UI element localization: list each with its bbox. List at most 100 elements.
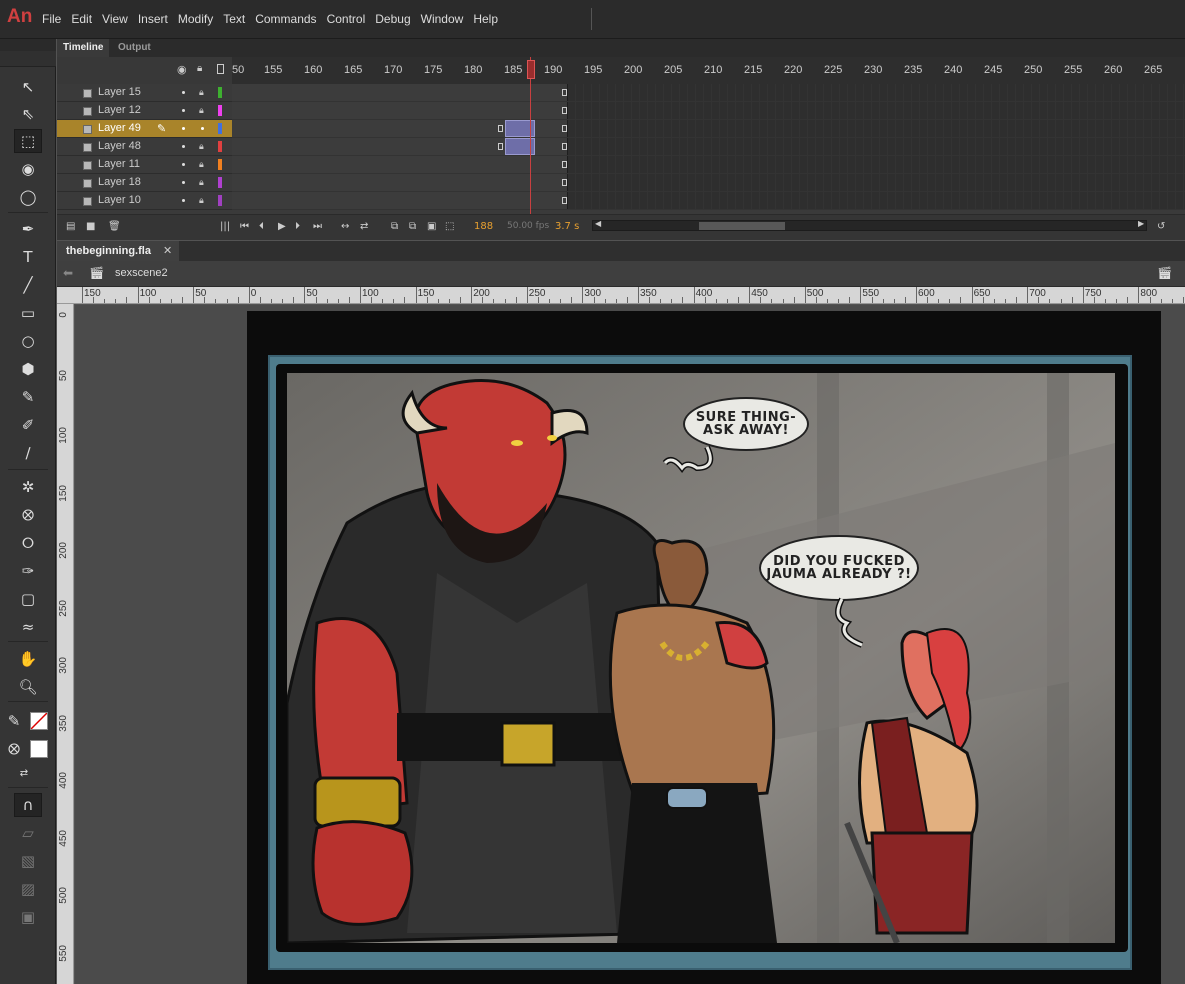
- modify-markers-icon[interactable]: ⬚: [445, 221, 454, 232]
- smooth-icon[interactable]: ▱: [14, 821, 42, 845]
- frame-row[interactable]: [232, 120, 1185, 138]
- frame-row[interactable]: [232, 102, 1185, 120]
- go-first-frame-icon[interactable]: ⏮: [240, 221, 249, 232]
- frame-span[interactable]: [232, 156, 568, 173]
- menu-view[interactable]: View: [102, 12, 128, 26]
- frame-row[interactable]: [232, 138, 1185, 156]
- visible-dot[interactable]: [182, 163, 185, 166]
- layer-color[interactable]: [218, 105, 222, 116]
- lock-icon[interactable]: 🔒︎: [199, 196, 204, 206]
- back-arrow-icon[interactable]: ⬅: [63, 266, 73, 280]
- polystar-tool-icon[interactable]: ⬢: [14, 357, 42, 381]
- menu-edit[interactable]: Edit: [71, 12, 92, 26]
- edit-multiple-frames-icon[interactable]: ▣: [427, 221, 436, 232]
- visible-dot[interactable]: [182, 127, 185, 130]
- fill-color-swatch[interactable]: [30, 740, 48, 758]
- layer-row[interactable]: Layer 10 🔒︎: [57, 192, 232, 210]
- layer-color[interactable]: [218, 87, 222, 98]
- oval-tool-icon[interactable]: ○: [14, 329, 42, 353]
- layer-row[interactable]: Layer 18 🔒︎: [57, 174, 232, 192]
- lock-icon[interactable]: 🔒︎: [199, 142, 204, 152]
- playhead-handle[interactable]: [527, 60, 535, 79]
- menu-control[interactable]: Control: [327, 12, 366, 26]
- bone-tool-icon[interactable]: ✲: [14, 475, 42, 499]
- frame-span[interactable]: [232, 192, 568, 209]
- layer-color[interactable]: [218, 123, 222, 134]
- layer-color[interactable]: [218, 177, 222, 188]
- paint-bucket-tool-icon[interactable]: ⭙: [14, 503, 42, 527]
- frame-row[interactable]: [232, 84, 1185, 102]
- scroll-left-icon[interactable]: ◀: [595, 219, 601, 228]
- frame-row[interactable]: [232, 174, 1185, 192]
- lock-icon[interactable]: 🔒︎: [199, 178, 204, 188]
- outline-icon[interactable]: [217, 64, 224, 74]
- keyframe[interactable]: [562, 161, 567, 168]
- lock-icon[interactable]: 🔒︎: [199, 88, 204, 98]
- pencil-tool-icon[interactable]: ✎: [14, 385, 42, 409]
- tab-output[interactable]: Output: [112, 39, 157, 57]
- keyframe[interactable]: [498, 125, 503, 132]
- elapsed-time[interactable]: 3.7 s: [555, 221, 579, 232]
- eyedropper-tool-icon[interactable]: ✑: [14, 559, 42, 583]
- ink-bottle-tool-icon[interactable]: ⭘: [14, 531, 42, 555]
- text-tool-icon[interactable]: T: [14, 245, 42, 269]
- visible-dot[interactable]: [182, 145, 185, 148]
- frame-rate[interactable]: 50.00 fps: [507, 221, 549, 231]
- lasso-tool-icon[interactable]: ◯: [14, 185, 42, 209]
- scene-name[interactable]: sexscene2: [115, 267, 168, 279]
- menu-window[interactable]: Window: [421, 12, 464, 26]
- frame-span[interactable]: [232, 174, 568, 191]
- eraser-tool-icon[interactable]: ▢: [14, 587, 42, 611]
- menu-help[interactable]: Help: [473, 12, 498, 26]
- keyframe[interactable]: [562, 179, 567, 186]
- frame-row[interactable]: [232, 192, 1185, 210]
- timeline-scrollbar[interactable]: ◀ ▶: [592, 219, 1147, 231]
- line-tool-icon[interactable]: ╱: [14, 273, 42, 297]
- 3d-rotation-tool-icon[interactable]: ◉: [14, 157, 42, 181]
- tab-timeline[interactable]: Timeline: [57, 39, 110, 57]
- keyframe[interactable]: [562, 125, 567, 132]
- keyframe[interactable]: [562, 143, 567, 150]
- layer-row[interactable]: Layer 12 🔒︎: [57, 102, 232, 120]
- visible-dot[interactable]: [182, 199, 185, 202]
- straighten-icon[interactable]: ▧: [14, 849, 42, 873]
- keyframe[interactable]: [498, 143, 503, 150]
- layer-row[interactable]: Layer 48 🔒︎: [57, 138, 232, 156]
- free-transform-tool-icon[interactable]: ⬚: [14, 129, 42, 153]
- frame-span[interactable]: [232, 102, 568, 119]
- rotate-skew-icon[interactable]: ▣: [14, 905, 42, 929]
- step-forward-icon[interactable]: ⏵: [295, 221, 300, 232]
- current-frame[interactable]: 188: [474, 221, 493, 232]
- comic-artwork[interactable]: SURE THING- ASK AWAY! DID YOU FUCKED JAU…: [287, 373, 1115, 943]
- lock-dot[interactable]: [201, 127, 204, 130]
- visible-dot[interactable]: [182, 181, 185, 184]
- scale-icon[interactable]: ▨: [14, 877, 42, 901]
- loop-icon[interactable]: ↔: [341, 221, 349, 232]
- stroke-color-swatch[interactable]: [30, 712, 48, 730]
- resize-handle-icon[interactable]: |||: [220, 221, 230, 232]
- snap-to-objects-icon[interactable]: ∩: [14, 793, 42, 817]
- scroll-right-icon[interactable]: ▶: [1138, 219, 1144, 228]
- layer-row-active[interactable]: Layer 49 ✎: [57, 120, 232, 138]
- center-frame-icon[interactable]: ↺: [1157, 221, 1165, 232]
- go-last-frame-icon[interactable]: ⏭: [313, 221, 322, 232]
- keyframe[interactable]: [562, 89, 567, 96]
- playhead[interactable]: [530, 57, 531, 214]
- layer-color[interactable]: [218, 141, 222, 152]
- play-icon[interactable]: ▶: [278, 221, 286, 232]
- rectangle-tool-icon[interactable]: ▭: [14, 301, 42, 325]
- swap-colors-icon[interactable]: ⇄: [8, 765, 40, 781]
- new-layer-icon[interactable]: ▤: [66, 221, 75, 232]
- lock-icon[interactable]: 🔒︎: [197, 63, 202, 74]
- menu-insert[interactable]: Insert: [138, 12, 168, 26]
- edit-scene-icon[interactable]: 🎬︎: [1157, 266, 1172, 280]
- frame-span[interactable]: [232, 84, 568, 101]
- width-tool-icon[interactable]: ≈: [14, 615, 42, 639]
- frame-row[interactable]: [232, 156, 1185, 174]
- loop-playback-icon[interactable]: ⇄: [360, 221, 368, 232]
- brush-tool-icon[interactable]: ∕: [14, 441, 42, 465]
- subselection-tool-icon[interactable]: ⇖: [14, 102, 42, 126]
- step-back-icon[interactable]: ⏴: [259, 221, 264, 232]
- pen-tool-icon[interactable]: ✒: [14, 217, 42, 241]
- visible-dot[interactable]: [182, 91, 185, 94]
